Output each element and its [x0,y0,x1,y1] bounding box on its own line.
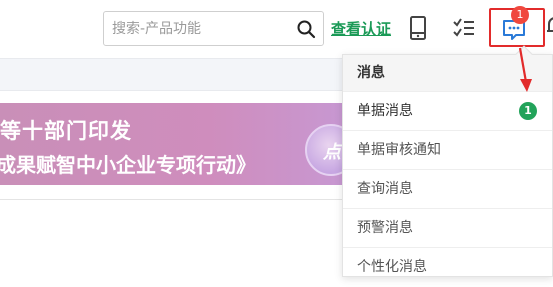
task-list-icon[interactable] [451,14,477,42]
banner-headline: 等十部门印发 [0,119,132,143]
bell-icon[interactable] [545,14,553,38]
menu-item-alert-messages[interactable]: 预警消息 [343,208,552,247]
dropdown-title: 消息 [343,55,552,91]
menu-item-label: 单据消息 [357,103,413,119]
menu-item-label: 个性化消息 [357,259,427,275]
unread-count-badge: 1 [519,102,537,120]
message-dropdown-menu: 消息 单据消息 1 单据审核通知 查询消息 预警消息 个性化消息 [342,45,553,277]
menu-item-document-review-notice[interactable]: 单据审核通知 [343,130,552,169]
menu-item-personalized-messages[interactable]: 个性化消息 [343,247,552,286]
message-count-badge: 1 [511,6,529,24]
menu-item-query-messages[interactable]: 查询消息 [343,169,552,208]
menu-item-label: 查询消息 [357,181,413,197]
messages-button[interactable]: 1 [489,6,545,47]
banner-subheadline: 成果赋智中小企业专项行动》 [0,153,256,177]
search-input[interactable] [110,12,290,45]
banner-circle-label: 点 [323,142,341,163]
top-header: 查看认证 1 [0,0,553,58]
menu-item-label: 单据审核通知 [357,142,441,158]
menu-item-label: 预警消息 [357,220,413,236]
search-box[interactable] [103,11,324,46]
menu-item-document-messages[interactable]: 单据消息 1 [343,91,552,130]
search-icon[interactable] [296,19,316,39]
mobile-icon[interactable] [405,14,431,42]
view-certification-link[interactable]: 查看认证 [331,18,391,39]
